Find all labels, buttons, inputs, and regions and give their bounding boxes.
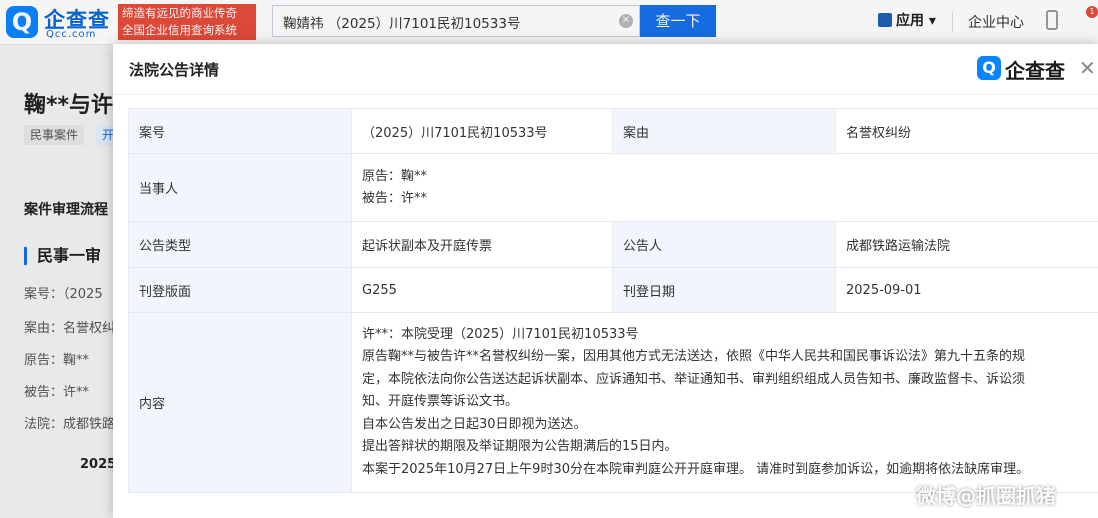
content-line: 许**：本院受理（2025）川7101民初10533号 [362, 326, 639, 342]
content-label: 内容 [128, 312, 352, 493]
party-label: 当事人 [128, 153, 352, 222]
dialog-title: 法院公告详情 [129, 61, 220, 79]
table-row: 公告类型 起诉状副本及开庭传票 公告人 成都铁路运输法院 [128, 221, 1098, 268]
court-notice-dialog: 法院公告详情 Q 企查查 ✕ 案号 （2025）川7101民初10533号 案由… [113, 44, 1098, 518]
content-line: 知、开庭传票等诉讼文书。 [362, 394, 519, 410]
case-number-link[interactable]: （2025）川7101民初10533号 [351, 108, 613, 154]
announcer-label: 公告人 [612, 221, 836, 268]
party-value: 原告：鞠** 被告：许** [351, 153, 1098, 222]
table-row: 刊登版面 G255 刊登日期 2025-09-01 [128, 267, 1098, 313]
date-value: 2025-09-01 [835, 267, 1098, 313]
notice-detail-table: 案号 （2025）川7101民初10533号 案由 名誉权纠纷 当事人 原告：鞠… [128, 108, 1098, 493]
weibo-watermark: 微博@抓圈抓猪 [916, 484, 1056, 508]
cause-value: 名誉权纠纷 [835, 108, 1098, 154]
announcer-value: 成都铁路运输法院 [835, 221, 1098, 268]
content-line: 定，本院依法向你公告送达起诉状副本、应诉通知书、举证通知书、审判组织组成人员告知… [362, 371, 1026, 387]
page-label: 刊登版面 [128, 267, 352, 313]
table-row: 当事人 原告：鞠** 被告：许** [128, 153, 1098, 222]
content-value: 许**：本院受理（2025）川7101民初10533号 原告鞠**与被告许**名… [351, 312, 1098, 493]
dialog-header: 法院公告详情 Q 企查查 ✕ [113, 44, 1098, 95]
case-number-label: 案号 [128, 108, 352, 154]
close-icon[interactable]: ✕ [1079, 58, 1096, 78]
plaintiff: 原告：鞠** [362, 168, 428, 184]
notice-type-value: 起诉状副本及开庭传票 [351, 221, 613, 268]
content-line: 原告鞠**与被告许**名誉权纠纷一案，因用其他方式无法送达，依照《中华人民共和国… [362, 349, 1026, 365]
table-row: 内容 许**：本院受理（2025）川7101民初10533号 原告鞠**与被告许… [128, 312, 1098, 493]
content-line: 自本公告发出之日起30日即视为送达。 [362, 416, 587, 432]
brand-text: 企查查 [1005, 59, 1065, 83]
notice-type-label: 公告类型 [128, 221, 352, 268]
defendant: 被告：许** [362, 190, 428, 206]
cause-label: 案由 [612, 108, 836, 154]
content-line: 本案于2025年10月27日上午9时30分在本院审判庭公开开庭审理。 请准时到庭… [362, 461, 1030, 477]
brand-logo-icon: Q [977, 56, 1001, 80]
table-row: 案号 （2025）川7101民初10533号 案由 名誉权纠纷 [128, 108, 1098, 154]
date-label: 刊登日期 [612, 267, 836, 313]
page-value: G255 [351, 267, 613, 313]
content-line: 提出答辩状的期限及举证期限为公告期满后的15日内。 [362, 439, 678, 455]
